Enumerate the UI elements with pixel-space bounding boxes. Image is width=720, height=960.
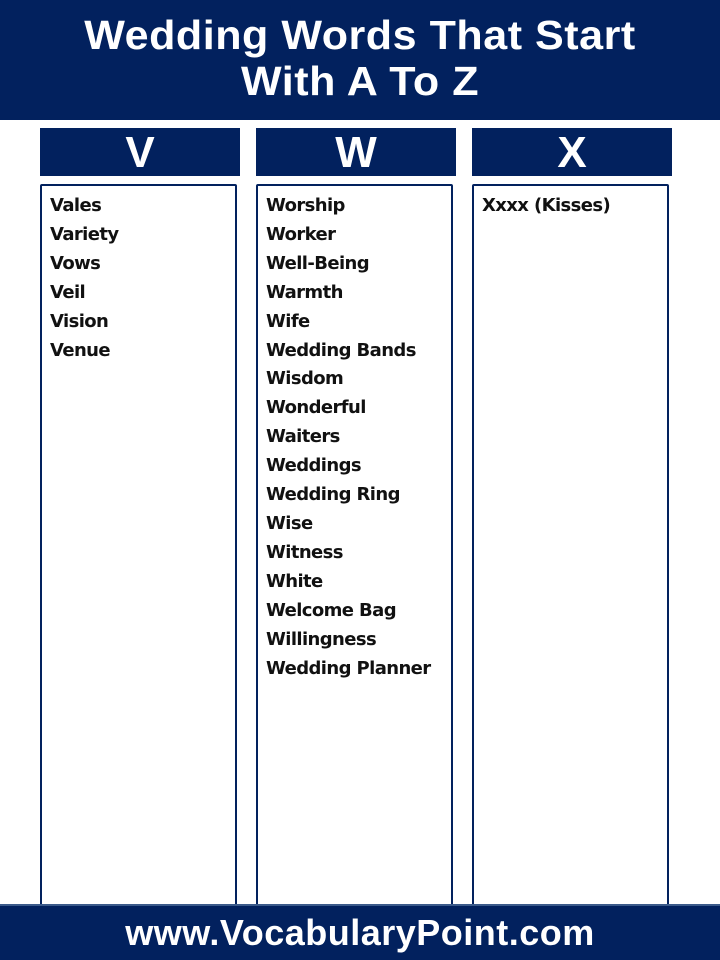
word-list: Vales Variety Vows Veil Vision Venue bbox=[42, 186, 235, 365]
word-item: Xxxx (Kisses) bbox=[482, 195, 611, 216]
word-list-x: Xxxx (Kisses) bbox=[472, 184, 669, 908]
word-item: Wife bbox=[266, 310, 310, 332]
title-banner: Wedding Words That Start With A To Z bbox=[0, 0, 720, 120]
word-item: Veil bbox=[50, 281, 86, 303]
word-list-w: Worship Worker Well-Being Warmth Wife Wedding… bbox=[256, 184, 453, 908]
word-item: Wedding Bands bbox=[266, 339, 416, 361]
word-item: Wisdom bbox=[266, 368, 344, 390]
word-item: Wonderful bbox=[266, 397, 366, 419]
word-item: Worship bbox=[266, 195, 345, 216]
word-item: Wedding Planner bbox=[266, 657, 431, 679]
word-item: Waiters bbox=[266, 426, 340, 448]
word-list: Worship Worker Well-Being Warmth Wife Wedding… bbox=[258, 186, 451, 683]
title-line-2: With A To Z bbox=[240, 58, 480, 104]
word-item: White bbox=[266, 570, 323, 592]
word-item: Variety bbox=[50, 223, 119, 245]
column-header-x: X bbox=[472, 128, 672, 177]
word-item: Wedding Ring bbox=[266, 484, 400, 506]
word-item: Witness bbox=[266, 541, 343, 563]
word-item: Willingness bbox=[266, 628, 377, 650]
word-item: Wise bbox=[266, 512, 313, 534]
word-item: Well-Being bbox=[266, 252, 370, 274]
word-item: Vision bbox=[50, 310, 109, 332]
column-header-v: V bbox=[40, 128, 240, 177]
word-item: Welcome Bag bbox=[266, 599, 397, 621]
title-line-1: Wedding Words That Start bbox=[84, 12, 636, 58]
word-item: Warmth bbox=[266, 281, 343, 303]
word-list: Xxxx (Kisses) bbox=[474, 186, 667, 221]
word-item: Worker bbox=[266, 223, 336, 245]
word-item: Vales bbox=[50, 195, 102, 216]
word-item: Vows bbox=[50, 252, 101, 274]
website-url: www.VocabularyPoint.com bbox=[125, 912, 595, 953]
word-list-v: Vales Variety Vows Veil Vision Venue bbox=[40, 184, 237, 908]
word-item: Weddings bbox=[266, 455, 362, 477]
column-header-w: W bbox=[256, 128, 456, 177]
word-item: Venue bbox=[50, 339, 111, 361]
footer-banner: www.VocabularyPoint.com bbox=[0, 904, 720, 960]
page-title: Wedding Words That Start With A To Z bbox=[0, 0, 720, 104]
